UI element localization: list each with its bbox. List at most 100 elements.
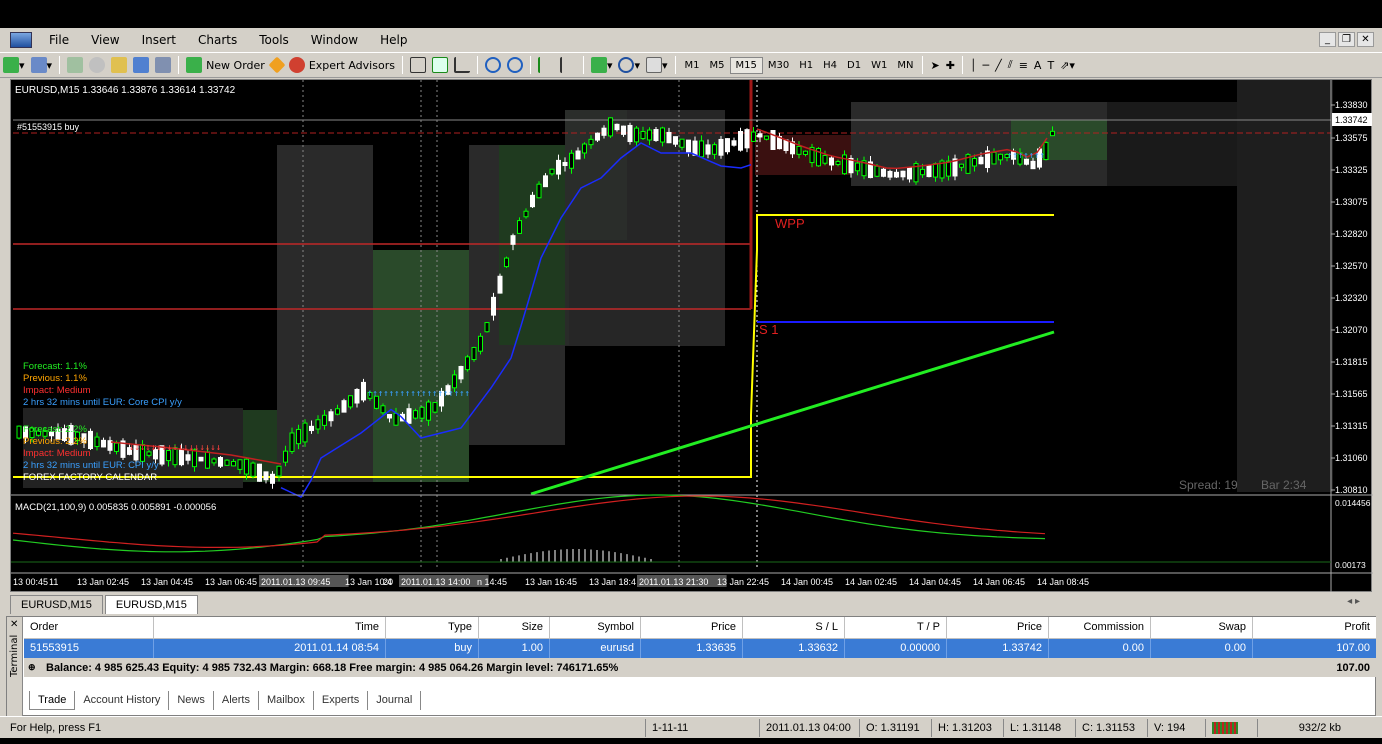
candle-body [237,459,243,470]
bar-chart-button[interactable] [407,55,429,75]
col-commission[interactable]: Commission [1049,617,1151,638]
menu-window[interactable]: Window [300,33,369,47]
zoom-out-button[interactable] [504,55,526,75]
candle-body [692,140,698,156]
candle-body [783,139,789,151]
tab-journal[interactable]: Journal [368,691,422,710]
favorites-button[interactable] [108,55,130,75]
candle-body [452,374,457,389]
tf-w1[interactable]: W1 [866,58,892,73]
menu-help[interactable]: Help [369,33,418,47]
autoscroll-button[interactable] [535,55,557,75]
col-profit[interactable]: Profit [1253,617,1376,638]
tf-d1[interactable]: D1 [842,58,866,73]
tester-button[interactable] [152,55,174,75]
news2-until: 2 hrs 32 mins until EUR: CPI y/y [23,460,159,471]
col-order[interactable]: Order [24,617,154,638]
market-watch-button[interactable] [64,55,86,75]
col-symbol[interactable]: Symbol [550,617,641,638]
price-tick-label: 1.31565 [1335,389,1368,399]
price-tick-label: 1.32570 [1335,261,1368,271]
chart-canvas[interactable]: ↑↑↑↑↑↑↑↑↑↑↑↑↑↑↑↑↑↑↑ ↑↑↑↑↑↑↑ ↓↓↓↓↓↓↓↓↓↓↓↓… [11,80,1373,593]
col-time[interactable]: Time [154,617,386,638]
col-sl[interactable]: S / L [743,617,845,638]
candle-body [666,131,672,144]
minimize-icon[interactable]: _ [1319,32,1336,47]
cursor-button[interactable]: ➤ [927,55,942,75]
tab-alerts[interactable]: Alerts [214,691,259,710]
tf-m15[interactable]: M15 [729,56,763,74]
order-current-price: 1.33742 [947,639,1049,658]
tf-m30[interactable]: M30 [763,58,794,73]
candle-chart-button[interactable] [429,55,451,75]
menu-file[interactable]: File [38,33,80,47]
tab-mailbox[interactable]: Mailbox [259,691,314,710]
terminal-button[interactable] [130,55,152,75]
chart-header: EURUSD,M15 1.33646 1.33876 1.33614 1.337… [15,85,236,96]
chart-shift-button[interactable] [557,55,579,75]
tab-trade[interactable]: Trade [29,691,76,710]
crosshair-button[interactable]: ✚ [943,55,958,75]
candle-body [855,162,860,172]
candle-body [413,410,418,419]
templates-button[interactable]: ▾ [643,55,671,75]
candle-body [640,130,646,140]
horizontal-line-button[interactable]: ─ [980,55,993,75]
menu-charts[interactable]: Charts [187,33,248,47]
arrows-button[interactable]: ⇗▾ [1057,55,1078,75]
status-bar: For Help, press F1 1-11-11 2011.01.13 04… [0,716,1382,738]
col-tp[interactable]: T / P [845,617,947,638]
metaeditor-button[interactable] [268,55,286,75]
text-button[interactable]: A [1031,55,1045,75]
profiles-button[interactable]: ▾ [28,55,56,75]
candle-body [315,419,321,430]
col-swap[interactable]: Swap [1151,617,1253,638]
tf-m1[interactable]: M1 [680,58,705,73]
col-size[interactable]: Size [479,617,550,638]
navigator-button[interactable] [86,55,108,75]
candle-body [484,322,490,333]
expert-advisors-button[interactable]: Expert Advisors [286,55,398,75]
candle-body [419,406,425,419]
new-chart-button[interactable]: ▾ [0,55,28,75]
tf-h4[interactable]: H4 [818,58,842,73]
tab-scroll-arrows[interactable]: ◂ ▸ [1347,596,1360,607]
fibo-button[interactable]: ≡ [1016,55,1031,75]
vertical-line-button[interactable]: │ [967,55,980,75]
tf-h1[interactable]: H1 [794,58,818,73]
candle-body [881,168,886,177]
menu-insert[interactable]: Insert [131,33,187,47]
candle-body [530,194,535,208]
tab-news[interactable]: News [169,691,214,710]
candle-body [621,125,626,135]
tab-experts[interactable]: Experts [314,691,369,710]
col-price-current[interactable]: Price [947,617,1049,638]
tf-mn[interactable]: MN [892,58,918,73]
indicators-button[interactable]: ▾ [588,55,616,75]
templates-icon [646,57,663,73]
periods-button[interactable]: ▾ [615,55,643,75]
close-icon[interactable]: ✕ [1357,32,1374,47]
new-order-button[interactable]: New Order [183,55,268,75]
autoscroll-icon [537,57,554,73]
trendline-button[interactable]: ╱ [992,55,1005,75]
table-row[interactable]: 51553915 2011.01.14 08:54 buy 1.00 eurus… [24,639,1376,658]
terminal-close-icon[interactable]: ✕ [10,619,18,630]
chart-tab-1[interactable]: EURUSD,M15 [10,595,103,614]
tf-m5[interactable]: M5 [705,58,730,73]
menu-view[interactable]: View [80,33,130,47]
channel-button[interactable]: ⫽ [1005,55,1016,75]
status-open: O: 1.31191 [859,718,931,737]
restore-icon[interactable]: ❐ [1338,32,1355,47]
candle-body [744,129,750,149]
col-price[interactable]: Price [641,617,743,638]
line-chart-button[interactable] [451,55,473,75]
chart-window[interactable]: ↑↑↑↑↑↑↑↑↑↑↑↑↑↑↑↑↑↑↑ ↑↑↑↑↑↑↑ ↓↓↓↓↓↓↓↓↓↓↓↓… [10,79,1373,593]
tab-account-history[interactable]: Account History [75,691,170,710]
menu-tools[interactable]: Tools [248,33,300,47]
label-button[interactable]: T [1044,55,1057,75]
col-type[interactable]: Type [386,617,479,638]
chart-tab-2[interactable]: EURUSD,M15 [104,595,198,614]
zoom-in-button[interactable] [482,55,504,75]
candle-body [920,168,925,176]
